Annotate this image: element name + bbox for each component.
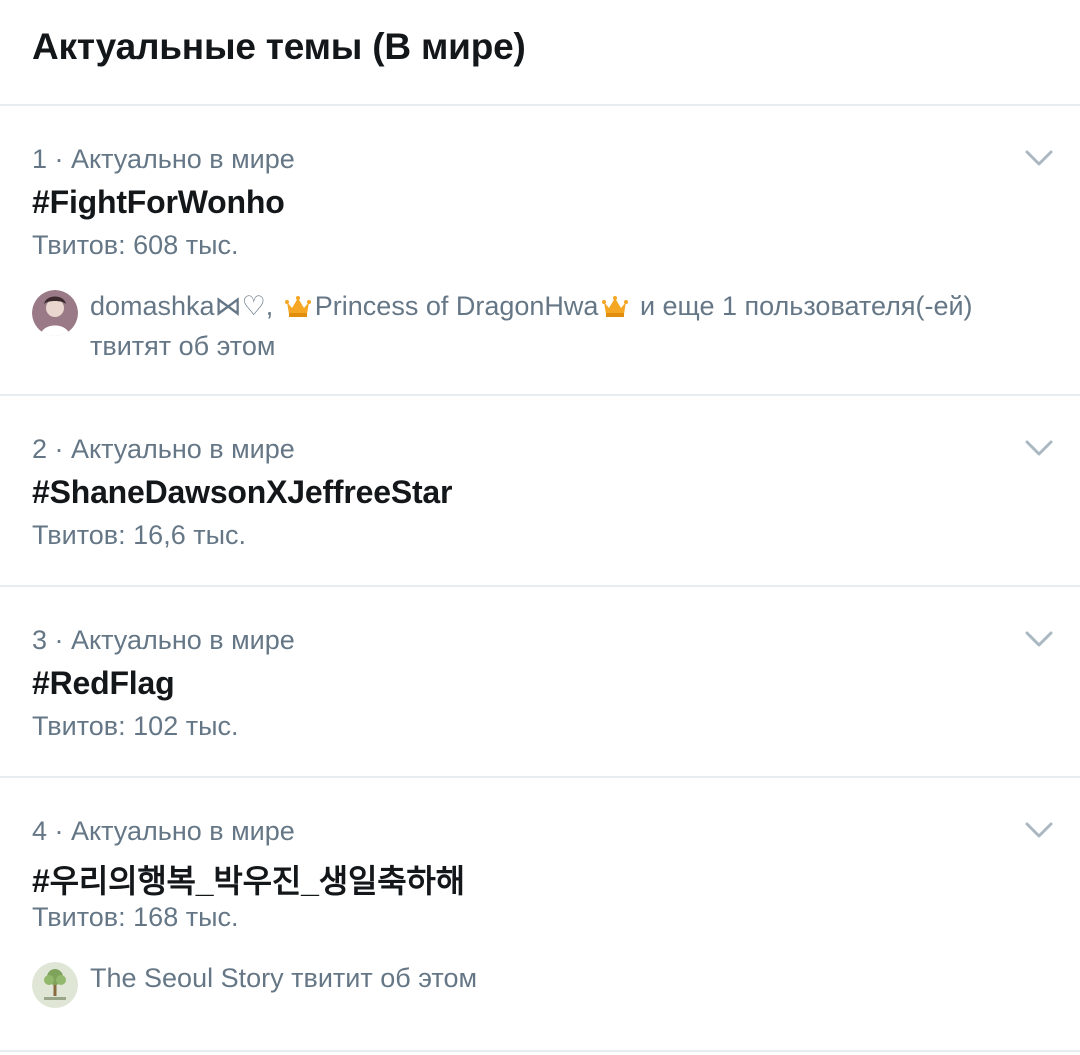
page-header: Актуальные темы (В мире)	[0, 0, 1080, 106]
trend-tweet-count: Твитов: 16,6 тыс.	[32, 520, 246, 550]
trend-meta: 2 · Актуально в мире	[32, 434, 295, 464]
crown-icon	[284, 294, 311, 318]
trend-social-context: The Seoul Story твитит об этом	[32, 958, 1060, 1008]
trend-meta: 1 · Актуально в мире	[32, 144, 295, 174]
page-title: Актуальные темы (В мире)	[32, 26, 526, 67]
trend-social-context: domashka⋈♡, Princess of DragonHwa и еще …	[32, 286, 1060, 366]
trend-meta: 4 · Актуально в мире	[32, 816, 295, 846]
crown-icon	[602, 294, 629, 318]
chevron-down-icon[interactable]	[1024, 438, 1054, 458]
social-context-text: The Seoul Story твитит об этом	[90, 963, 478, 993]
social-user-2[interactable]: Princess of DragonHwa	[315, 291, 599, 321]
trend-meta: 3 · Актуально в мире	[32, 625, 295, 655]
trend-topic[interactable]: #ShaneDawsonXJeffreeStar	[32, 474, 452, 511]
trend-item[interactable]: 1 · Актуально в мире #FightForWonho Твит…	[0, 106, 1080, 396]
trend-tweet-count: Твитов: 608 тыс.	[32, 230, 239, 260]
social-context-text: domashka⋈♡, Princess of DragonHwa и еще …	[90, 286, 1060, 366]
chevron-down-icon[interactable]	[1024, 148, 1054, 168]
trend-topic[interactable]: #RedFlag	[32, 665, 175, 702]
avatar	[32, 290, 78, 336]
trend-tweet-count: Твитов: 168 тыс.	[32, 902, 239, 932]
trend-item[interactable]: 2 · Актуально в мире #ShaneDawsonXJeffre…	[0, 396, 1080, 587]
trend-topic[interactable]: #우리의행복_박우진_생일축하해	[32, 856, 465, 902]
trend-item[interactable]: 4 · Актуально в мире #우리의행복_박우진_생일축하해 Тв…	[0, 778, 1080, 1052]
trend-tweet-count: Твитов: 102 тыс.	[32, 711, 239, 741]
social-user-1[interactable]: domashka⋈♡,	[90, 291, 273, 321]
chevron-down-icon[interactable]	[1024, 629, 1054, 649]
chevron-down-icon[interactable]	[1024, 820, 1054, 840]
trend-item[interactable]: 3 · Актуально в мире #RedFlag Твитов: 10…	[0, 587, 1080, 778]
avatar	[32, 962, 78, 1008]
trend-topic[interactable]: #FightForWonho	[32, 184, 285, 221]
